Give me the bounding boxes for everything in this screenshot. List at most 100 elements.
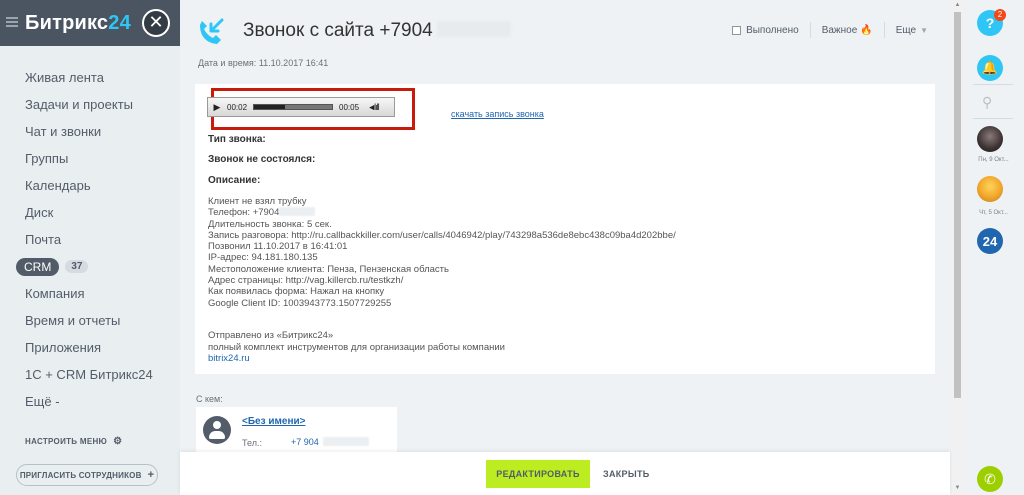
left-sidebar: Битрикс24 ✕ Живая лента Задачи и проекты… [0, 0, 180, 495]
description-label: Описание: [208, 175, 261, 186]
invite-label: ПРИГЛАСИТЬ СОТРУДНИКОВ [19, 470, 142, 480]
description-line: Длительность звонка: 5 сек. [208, 218, 332, 230]
scroll-down-icon[interactable]: ▼ [954, 485, 961, 491]
bitrix24-network-button[interactable]: 24 [977, 228, 1003, 254]
hamburger-icon[interactable] [6, 17, 18, 27]
divider [973, 84, 1013, 85]
signature-link[interactable]: bitrix24.ru [208, 353, 505, 365]
edit-button[interactable]: РЕДАКТИРОВАТЬ [486, 460, 590, 488]
contact-phone-link[interactable]: +7 904 [291, 437, 369, 447]
important-toggle[interactable]: Важное [822, 25, 858, 36]
gear-icon: ⚙ [113, 436, 123, 447]
toolbar-divider [809, 22, 811, 38]
description-line: Позвонил 11.10.2017 в 16:41:01 [208, 241, 348, 253]
with-whom-label: С кем: [196, 394, 223, 404]
phone-icon: ✆ [984, 470, 996, 487]
sidebar-item-label: Чат и звонки [25, 124, 102, 139]
sidebar-item-label: Календарь [25, 178, 91, 193]
sidebar-item-time-reports[interactable]: Время и отчеты [0, 307, 180, 334]
sidebar-item-label: Живая лента [25, 70, 104, 85]
completed-label[interactable]: Выполнено [746, 25, 799, 36]
scroll-thumb[interactable] [954, 12, 961, 398]
sidebar-item-disk[interactable]: Диск [0, 199, 180, 226]
search-icon[interactable]: ⚲ [982, 94, 992, 111]
signature-line: полный комплект инструментов для организ… [208, 341, 505, 353]
sidebar-item-calendar[interactable]: Календарь [0, 172, 180, 199]
logo-bar: Битрикс24 ✕ [0, 0, 180, 46]
description-line: Местоположение клиента: Пенза, Пензенска… [208, 263, 449, 275]
invite-employees-button[interactable]: ПРИГЛАСИТЬ СОТРУДНИКОВ + [16, 464, 158, 486]
sidebar-item-label: Компания [25, 286, 85, 301]
sidebar-item-groups[interactable]: Группы [0, 145, 180, 172]
completed-checkbox[interactable] [732, 25, 742, 35]
configure-menu-button[interactable]: НАСТРОИТЬ МЕНЮ ⚙ [25, 436, 122, 447]
brand-logo[interactable]: Битрикс24 [25, 12, 131, 35]
close-button[interactable]: ЗАКРЫТЬ [603, 469, 650, 479]
sidebar-item-tasks[interactable]: Задачи и проекты [0, 91, 180, 118]
description-body: Клиент не взял трубку Телефон: +7904 Дли… [208, 196, 676, 309]
contact-phone-label: Тел.: [242, 438, 262, 448]
sidebar-item-chat[interactable]: Чат и звонки [0, 118, 180, 145]
description-line: Google Client ID: 1003943773.1507729255 [208, 297, 392, 309]
sidebar-item-label: Приложения [25, 340, 102, 355]
plus-icon: + [147, 469, 155, 481]
help-icon: ? [985, 15, 995, 31]
activity-header: Звонок с сайта +7904 Дата и время: 11.10… [180, 0, 950, 80]
more-menu-button[interactable]: Еще [896, 25, 916, 36]
description-line: Адрес страницы: http://vag.killercb.ru/t… [208, 275, 404, 287]
sidebar-item-label: 1С + CRM Битрикс24 [25, 367, 153, 382]
contact-avatar [203, 416, 231, 444]
current-time: 00:02 [227, 102, 248, 112]
sidebar-item-apps[interactable]: Приложения [0, 334, 180, 361]
recent-chat-avatar[interactable] [977, 126, 1003, 152]
total-time: 00:05 [339, 102, 360, 112]
brand-text: Битрикс [25, 12, 109, 34]
masked-phone-digits [436, 21, 511, 37]
sidebar-item-1c-crm[interactable]: 1С + CRM Битрикс24 [0, 361, 180, 388]
download-recording-link[interactable]: скачать запись звонка [451, 109, 544, 119]
right-sidebar: ? 2 🔔 ⚲ Пн, 9 Окт... Чт, 5 Окт... 24 ✆ [963, 0, 1024, 495]
incoming-call-icon [200, 18, 224, 44]
phone-button[interactable]: ✆ [977, 466, 1003, 492]
recent-chat-date: Пн, 9 Окт... [978, 157, 1009, 163]
call-activity-panel: Звонок с сайта +7904 Дата и время: 11.10… [180, 0, 950, 495]
close-icon: ✕ [148, 12, 164, 32]
footer-bar: РЕДАКТИРОВАТЬ ЗАКРЫТЬ [180, 452, 950, 495]
volume-icon[interactable]: ◂ılıll [369, 102, 379, 113]
scroll-up-icon[interactable]: ▲ [954, 2, 961, 8]
datetime-value: 11.10.2017 16:41 [258, 58, 329, 68]
bell-icon: 🔔 [981, 60, 999, 75]
description-line: Клиент не взял трубку [208, 196, 307, 207]
close-slider-button[interactable]: ✕ [142, 9, 170, 37]
audio-player[interactable]: ▶ 00:02 00:05 ◂ılıll [207, 97, 395, 117]
sidebar-item-mail[interactable]: Почта [0, 226, 180, 253]
datetime-label: Дата и время: [198, 58, 257, 68]
crm-counter-badge: 37 [65, 260, 89, 273]
call-type-label: Тип звонка: [208, 134, 266, 145]
sidebar-item-label: Почта [25, 232, 62, 247]
description-line: Как появилась форма: Нажал на кнопку [208, 286, 385, 298]
sidebar-item-label: Ещё - [25, 394, 60, 409]
sidebar-item-company[interactable]: Компания [0, 280, 180, 307]
sidebar-item-more[interactable]: Ещё - [0, 388, 180, 415]
sidebar-item-label: CRM [16, 257, 60, 276]
notifications-button[interactable]: 🔔 [977, 55, 1003, 81]
recent-chat-avatar[interactable] [977, 176, 1003, 202]
seek-bar[interactable] [253, 104, 334, 110]
sidebar-item-label: Диск [25, 205, 54, 220]
sidebar-item-label: Задачи и проекты [25, 97, 133, 112]
panel-scrollbar[interactable]: ▲ ▼ [952, 0, 963, 495]
masked-phone-digits [322, 437, 369, 446]
sidebar-item-label: Время и отчеты [25, 313, 121, 328]
brand-number: 24 [108, 12, 131, 34]
contact-name-link[interactable]: <Без имени> [242, 416, 305, 427]
main-menu: Живая лента Задачи и проекты Чат и звонк… [0, 64, 180, 415]
sidebar-item-feed[interactable]: Живая лента [0, 64, 180, 91]
sidebar-item-crm[interactable]: CRM 37 [0, 253, 180, 280]
play-button[interactable]: ▶ [210, 102, 224, 113]
seek-progress [254, 105, 286, 109]
phone-line-text: Телефон: +7904 [208, 207, 280, 219]
sidebar-item-label: Группы [25, 151, 69, 166]
configure-menu-label: НАСТРОИТЬ МЕНЮ [25, 437, 108, 446]
description-line: IP-адрес: 94.181.180.135 [208, 252, 318, 264]
